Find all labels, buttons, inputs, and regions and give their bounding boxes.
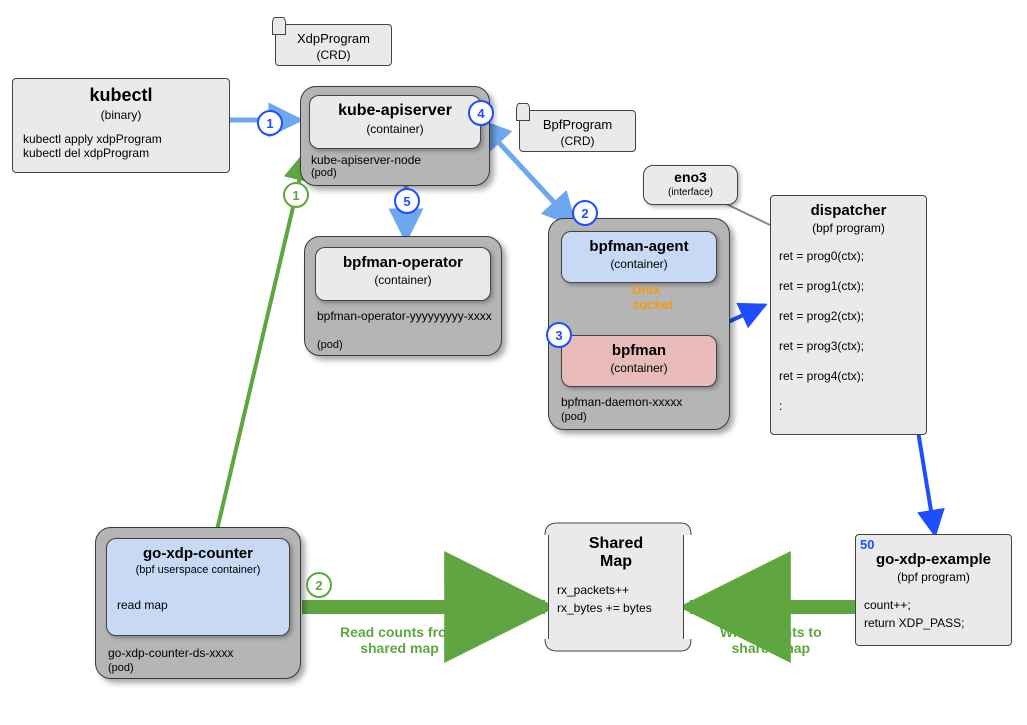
eno3-subtitle: (interface) xyxy=(644,187,737,198)
bpfman-operator-container: bpfman-operator (container) xyxy=(315,247,491,301)
bpfman-daemon-pod-label: bpfman-daemon-xxxxx xyxy=(561,395,682,409)
write-counts-label: Write counts to shared map xyxy=(720,624,822,656)
read-counts-label: Read counts from shared map xyxy=(340,624,459,656)
go-xdp-counter-title: go-xdp-counter xyxy=(107,539,289,562)
bpfman-title: bpfman xyxy=(562,336,716,359)
go-xdp-example-box: 50 go-xdp-example (bpf program) count++;… xyxy=(855,534,1012,646)
go-xdp-counter-pod-sublabel: (pod) xyxy=(108,662,134,674)
dispatcher-line-1: ret = prog1(ctx); xyxy=(771,277,926,295)
bpfman-agent-subtitle: (container) xyxy=(562,257,716,271)
go-xdp-example-priority: 50 xyxy=(860,537,874,552)
bpfprogram-crd-box: BpfProgram (CRD) xyxy=(519,110,636,152)
bpfman-operator-pod-sublabel: (pod) xyxy=(317,339,343,351)
bpfman-operator-pod-label: bpfman-operator-yyyyyyyyy-xxxx xyxy=(317,309,493,323)
kubectl-cmd2: kubectl del xdpProgram xyxy=(13,146,229,160)
kubectl-title: kubectl xyxy=(13,79,229,106)
bpfprogram-crd-subtitle: (CRD) xyxy=(520,134,635,148)
bpfman-agent-title: bpfman-agent xyxy=(562,232,716,255)
bpfman-operator-title: bpfman-operator xyxy=(316,248,490,271)
dispatcher-line-0: ret = prog0(ctx); xyxy=(771,247,926,265)
go-xdp-counter-body: read map xyxy=(107,598,289,612)
go-xdp-example-body2: return XDP_PASS; xyxy=(856,614,1011,632)
xdpprogram-crd-box: XdpProgram (CRD) xyxy=(275,24,392,66)
shared-map-box: Shared Map rx_packets++ rx_bytes += byte… xyxy=(548,528,684,646)
kube-apiserver-pod: kube-apiserver (container) kube-apiserve… xyxy=(300,86,490,186)
dispatcher-box: dispatcher (bpf program) ret = prog0(ctx… xyxy=(770,195,927,435)
step-3: 3 xyxy=(546,322,572,348)
go-xdp-counter-subtitle: (bpf userspace container) xyxy=(107,564,289,576)
go-xdp-example-body1: count++; xyxy=(856,596,1011,614)
kubectl-cmd1: kubectl apply xdpProgram xyxy=(13,132,229,146)
go-xdp-counter-pod: go-xdp-counter (bpf userspace container)… xyxy=(95,527,301,679)
green-step-1: 1 xyxy=(283,182,309,208)
bpfman-agent-container: bpfman-agent (container) xyxy=(561,231,717,283)
kube-apiserver-pod-label: kube-apiserver-node xyxy=(311,153,421,167)
bpfman-daemon-pod-sublabel: (pod) xyxy=(561,411,587,423)
kube-apiserver-pod-sublabel: (pod) xyxy=(311,167,337,179)
bpfman-daemon-pod: bpfman-agent (container) bpfman (contain… xyxy=(548,218,730,430)
step-2: 2 xyxy=(572,200,598,226)
dispatcher-line-5: : xyxy=(771,397,926,415)
kube-apiserver-container: kube-apiserver (container) xyxy=(309,95,481,149)
eno3-title: eno3 xyxy=(644,166,737,185)
kubectl-subtitle: (binary) xyxy=(13,108,229,122)
xdpprogram-crd-subtitle: (CRD) xyxy=(276,48,391,62)
go-xdp-example-title: go-xdp-example xyxy=(856,535,1011,568)
step-5: 5 xyxy=(394,188,420,214)
bpfman-operator-subtitle: (container) xyxy=(316,273,490,287)
eno3-interface-box: eno3 (interface) xyxy=(643,165,738,205)
kube-apiserver-subtitle: (container) xyxy=(310,122,480,136)
bpfman-subtitle: (container) xyxy=(562,361,716,375)
bpfman-container: bpfman (container) xyxy=(561,335,717,387)
dispatcher-line-2: ret = prog2(ctx); xyxy=(771,307,926,325)
go-xdp-example-subtitle: (bpf program) xyxy=(856,570,1011,584)
unix-socket-label: Unix socket xyxy=(632,282,673,312)
bpfman-operator-pod: bpfman-operator (container) bpfman-opera… xyxy=(304,236,502,356)
dispatcher-subtitle: (bpf program) xyxy=(771,221,926,235)
shared-map-body1: rx_packets++ xyxy=(549,581,683,599)
go-xdp-counter-pod-label: go-xdp-counter-ds-xxxx xyxy=(108,646,233,660)
go-xdp-counter-container: go-xdp-counter (bpf userspace container)… xyxy=(106,538,290,636)
shared-map-body2: rx_bytes += bytes xyxy=(549,599,683,617)
kubectl-binary-box: kubectl (binary) kubectl apply xdpProgra… xyxy=(12,78,230,173)
dispatcher-line-3: ret = prog3(ctx); xyxy=(771,337,926,355)
step-4: 4 xyxy=(468,100,494,126)
green-step-2: 2 xyxy=(306,572,332,598)
dispatcher-line-4: ret = prog4(ctx); xyxy=(771,367,926,385)
xdpprogram-crd-title: XdpProgram xyxy=(276,27,391,46)
bpfprogram-crd-title: BpfProgram xyxy=(520,113,635,132)
step-1: 1 xyxy=(257,110,283,136)
dispatcher-title: dispatcher xyxy=(771,196,926,219)
kube-apiserver-title: kube-apiserver xyxy=(310,96,480,120)
